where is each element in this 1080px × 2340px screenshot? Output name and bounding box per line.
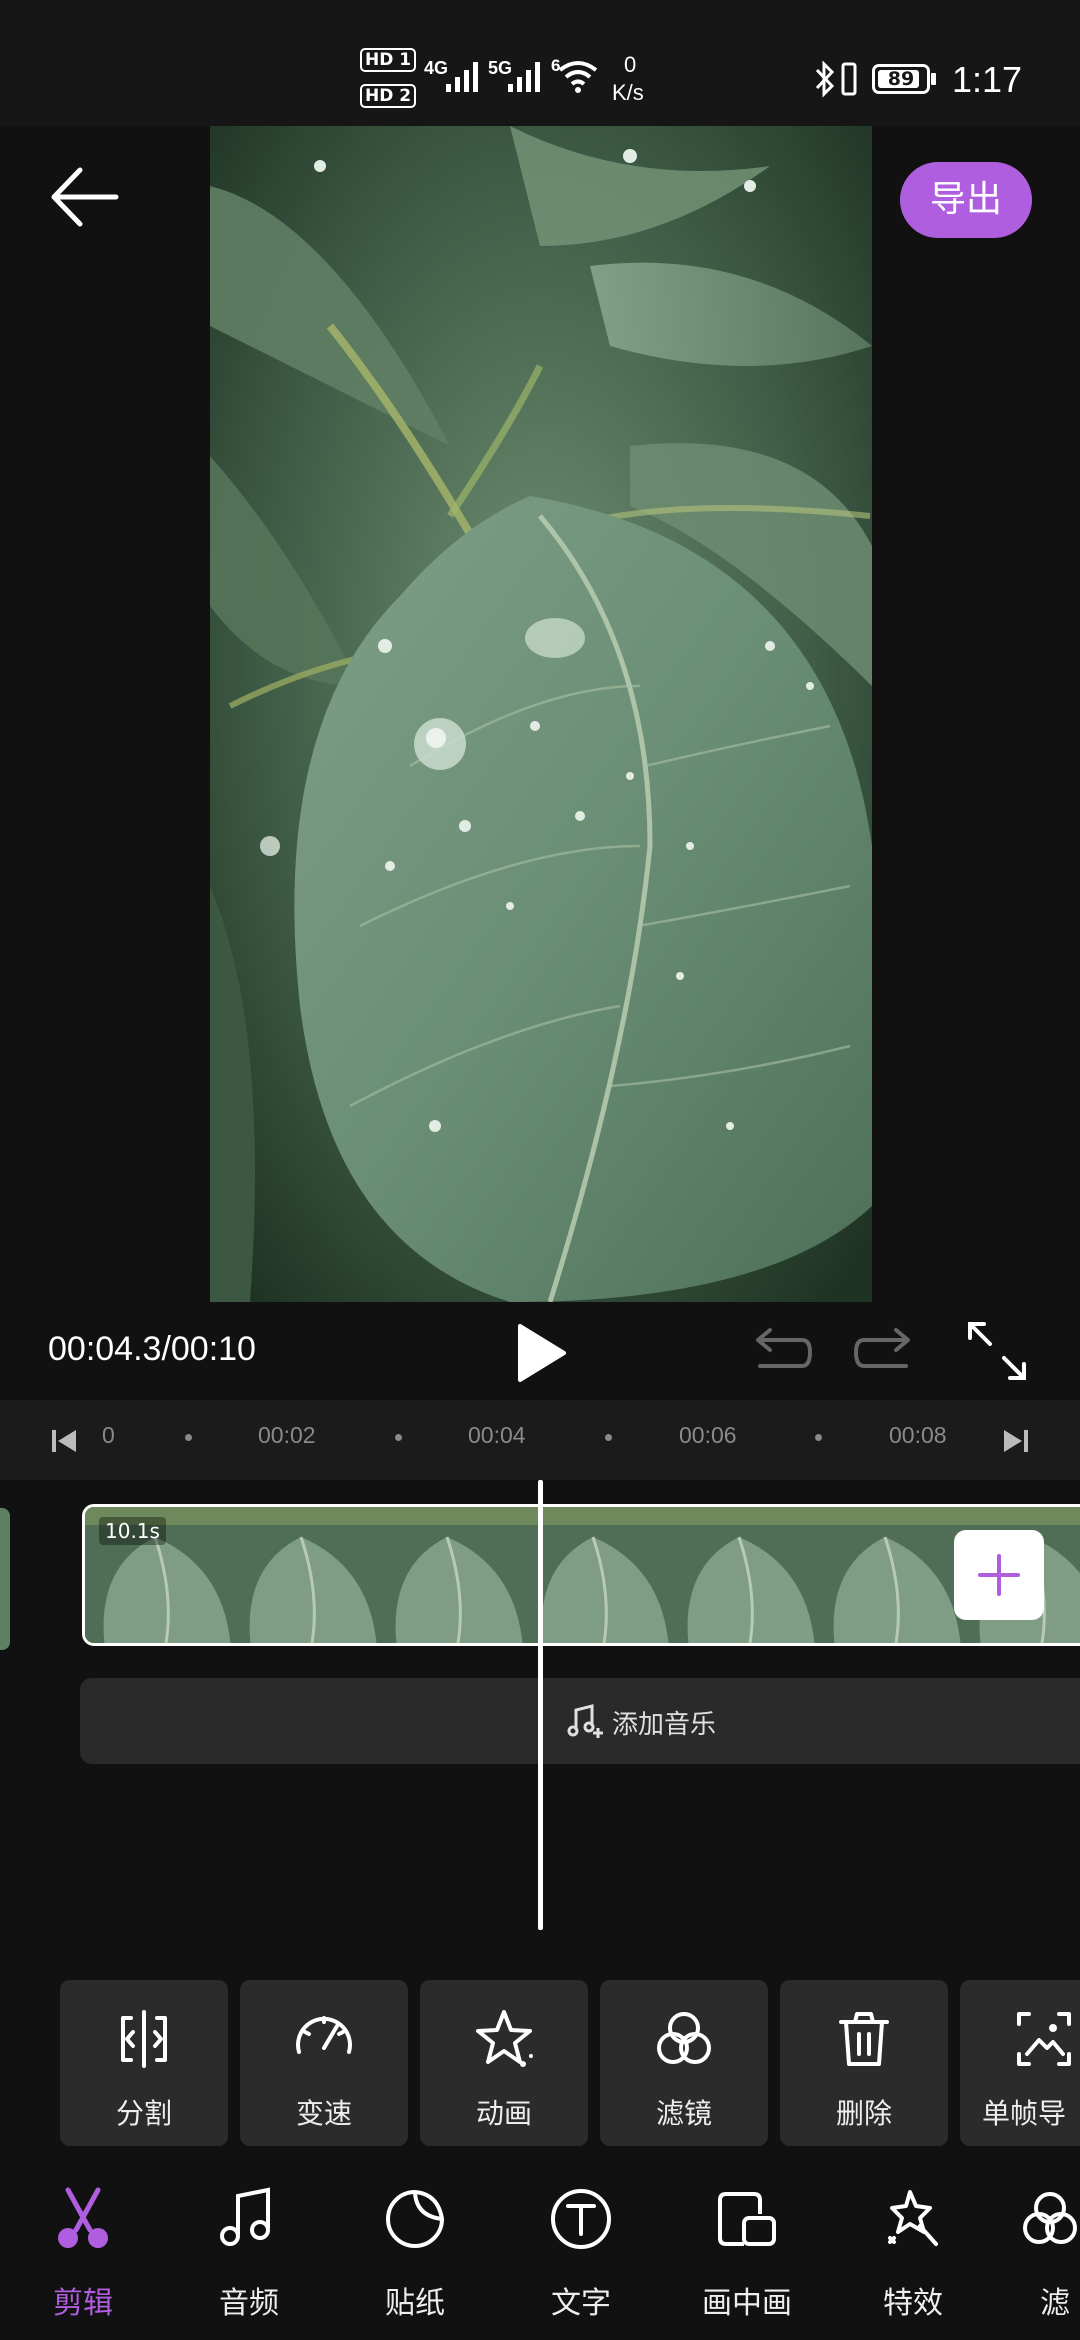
tool-label: 滤镜 — [655, 2097, 712, 2130]
filter-icon — [1023, 2192, 1077, 2244]
tool-label: 分割 — [115, 2097, 172, 2130]
nav-label: 剪辑 — [53, 2286, 113, 2321]
playback-time: 00:04.3/00:10 — [48, 1330, 256, 1368]
skip-to-start-button[interactable] — [50, 1426, 80, 1456]
status-bar: HD 1 HD 2 4G 5G 6 0 K/s 89 1:17 — [0, 0, 1080, 126]
music-add-icon — [567, 1704, 603, 1738]
nav-sticker[interactable]: 贴纸 — [350, 2186, 480, 2326]
ruler-dot — [395, 1434, 402, 1441]
play-button[interactable] — [510, 1320, 570, 1386]
previous-clip-edge[interactable] — [0, 1508, 10, 1650]
effects-icon — [888, 2190, 938, 2246]
frame-export-icon — [1017, 2012, 1071, 2066]
nav-label: 画中画 — [702, 2286, 792, 2321]
ruler-dot — [605, 1434, 612, 1441]
clip-thumbnail — [815, 1507, 961, 1643]
ruler-dot — [815, 1434, 822, 1441]
add-music-label: 添加音乐 — [612, 1710, 717, 1740]
tool-label: 动画 — [475, 2097, 532, 2130]
redo-icon — [854, 1328, 910, 1368]
preview-frame-image — [210, 126, 872, 1302]
delete-tool-button[interactable]: 删除 — [780, 1980, 948, 2146]
tool-label: 删除 — [835, 2097, 892, 2130]
playhead[interactable] — [538, 1480, 543, 1930]
battery-level: 89 — [887, 68, 915, 90]
net-speed-value: 0 — [624, 52, 637, 77]
hd2-badge: HD 2 — [360, 84, 417, 108]
export-button[interactable]: 导出 — [900, 162, 1032, 238]
signal-icon-2 — [508, 62, 540, 92]
fullscreen-button[interactable] — [966, 1320, 1028, 1382]
clip-thumbnail — [669, 1507, 815, 1643]
undo-icon — [756, 1328, 812, 1368]
video-clip[interactable]: 10.1s — [82, 1504, 1080, 1646]
nav-audio[interactable]: 音频 — [184, 2186, 314, 2326]
hd1-badge: HD 1 — [360, 48, 417, 72]
ruler-label-4: 00:04 — [468, 1422, 526, 1448]
split-tool-button[interactable]: 分割 — [60, 1980, 228, 2146]
skip-to-end-button[interactable] — [1000, 1426, 1030, 1456]
clip-thumbnail — [377, 1507, 523, 1643]
clock: 1:17 — [952, 59, 1023, 100]
nav-label: 贴纸 — [385, 2286, 445, 2321]
speed-tool-button[interactable]: 变速 — [240, 1980, 408, 2146]
music-icon — [220, 2187, 270, 2246]
skip-end-icon — [1004, 1430, 1028, 1452]
undo-button[interactable] — [748, 1326, 814, 1378]
clip-thumbnail — [231, 1507, 377, 1643]
sticker-icon — [386, 2190, 444, 2248]
text-icon — [551, 2189, 611, 2249]
signal-icon-1 — [446, 62, 478, 92]
expand-icon — [968, 1322, 1026, 1380]
arrow-left-icon — [51, 167, 119, 227]
ruler-label-2: 00:02 — [258, 1422, 316, 1448]
filter-icon — [657, 2012, 711, 2064]
plus-icon — [978, 1554, 1020, 1596]
ruler-label-0: 0 — [102, 1422, 115, 1448]
filter-tool-button[interactable]: 滤镜 — [600, 1980, 768, 2146]
pip-icon — [718, 2192, 776, 2246]
nav-label: 音频 — [219, 2286, 279, 2321]
wifi-icon — [558, 61, 598, 93]
animation-tool-button[interactable]: 动画 — [420, 1980, 588, 2146]
nav-label: 特效 — [883, 2286, 943, 2321]
scissors-icon — [58, 2187, 108, 2248]
back-button[interactable] — [42, 160, 126, 234]
video-preview[interactable] — [210, 126, 872, 1302]
speed-icon — [296, 2016, 352, 2054]
nav-effects[interactable]: 特效 — [848, 2186, 978, 2326]
nav-label: 文字 — [551, 2286, 611, 2321]
tool-label: 单帧导 — [982, 2097, 1067, 2130]
vibrate-icon — [841, 62, 857, 96]
add-clip-button[interactable] — [954, 1530, 1044, 1620]
nav-pip[interactable]: 画中画 — [682, 2186, 812, 2326]
ruler-label-6: 00:06 — [679, 1422, 737, 1448]
trash-icon — [839, 2012, 889, 2066]
play-icon — [518, 1324, 566, 1382]
redo-button[interactable] — [852, 1326, 918, 1378]
animation-icon — [476, 2010, 533, 2067]
battery-icon: 89 — [872, 64, 930, 94]
nav-edit[interactable]: 剪辑 — [18, 2186, 148, 2326]
clip-duration: 10.1s — [99, 1517, 166, 1545]
nav-filter[interactable]: 滤 — [1014, 2186, 1080, 2326]
nav-label: 滤 — [1040, 2286, 1070, 2321]
nav-text[interactable]: 文字 — [516, 2186, 646, 2326]
skip-start-icon — [52, 1430, 76, 1452]
split-icon — [121, 2010, 167, 2068]
frame-export-tool-button[interactable]: 单帧导 — [960, 1980, 1080, 2146]
clip-thumbnail — [523, 1507, 669, 1643]
ruler-dot — [185, 1434, 192, 1441]
tool-label: 变速 — [295, 2097, 352, 2130]
ruler-label-8: 00:08 — [889, 1422, 947, 1448]
bluetooth-icon — [815, 60, 835, 98]
net-speed-unit: K/s — [612, 80, 644, 105]
